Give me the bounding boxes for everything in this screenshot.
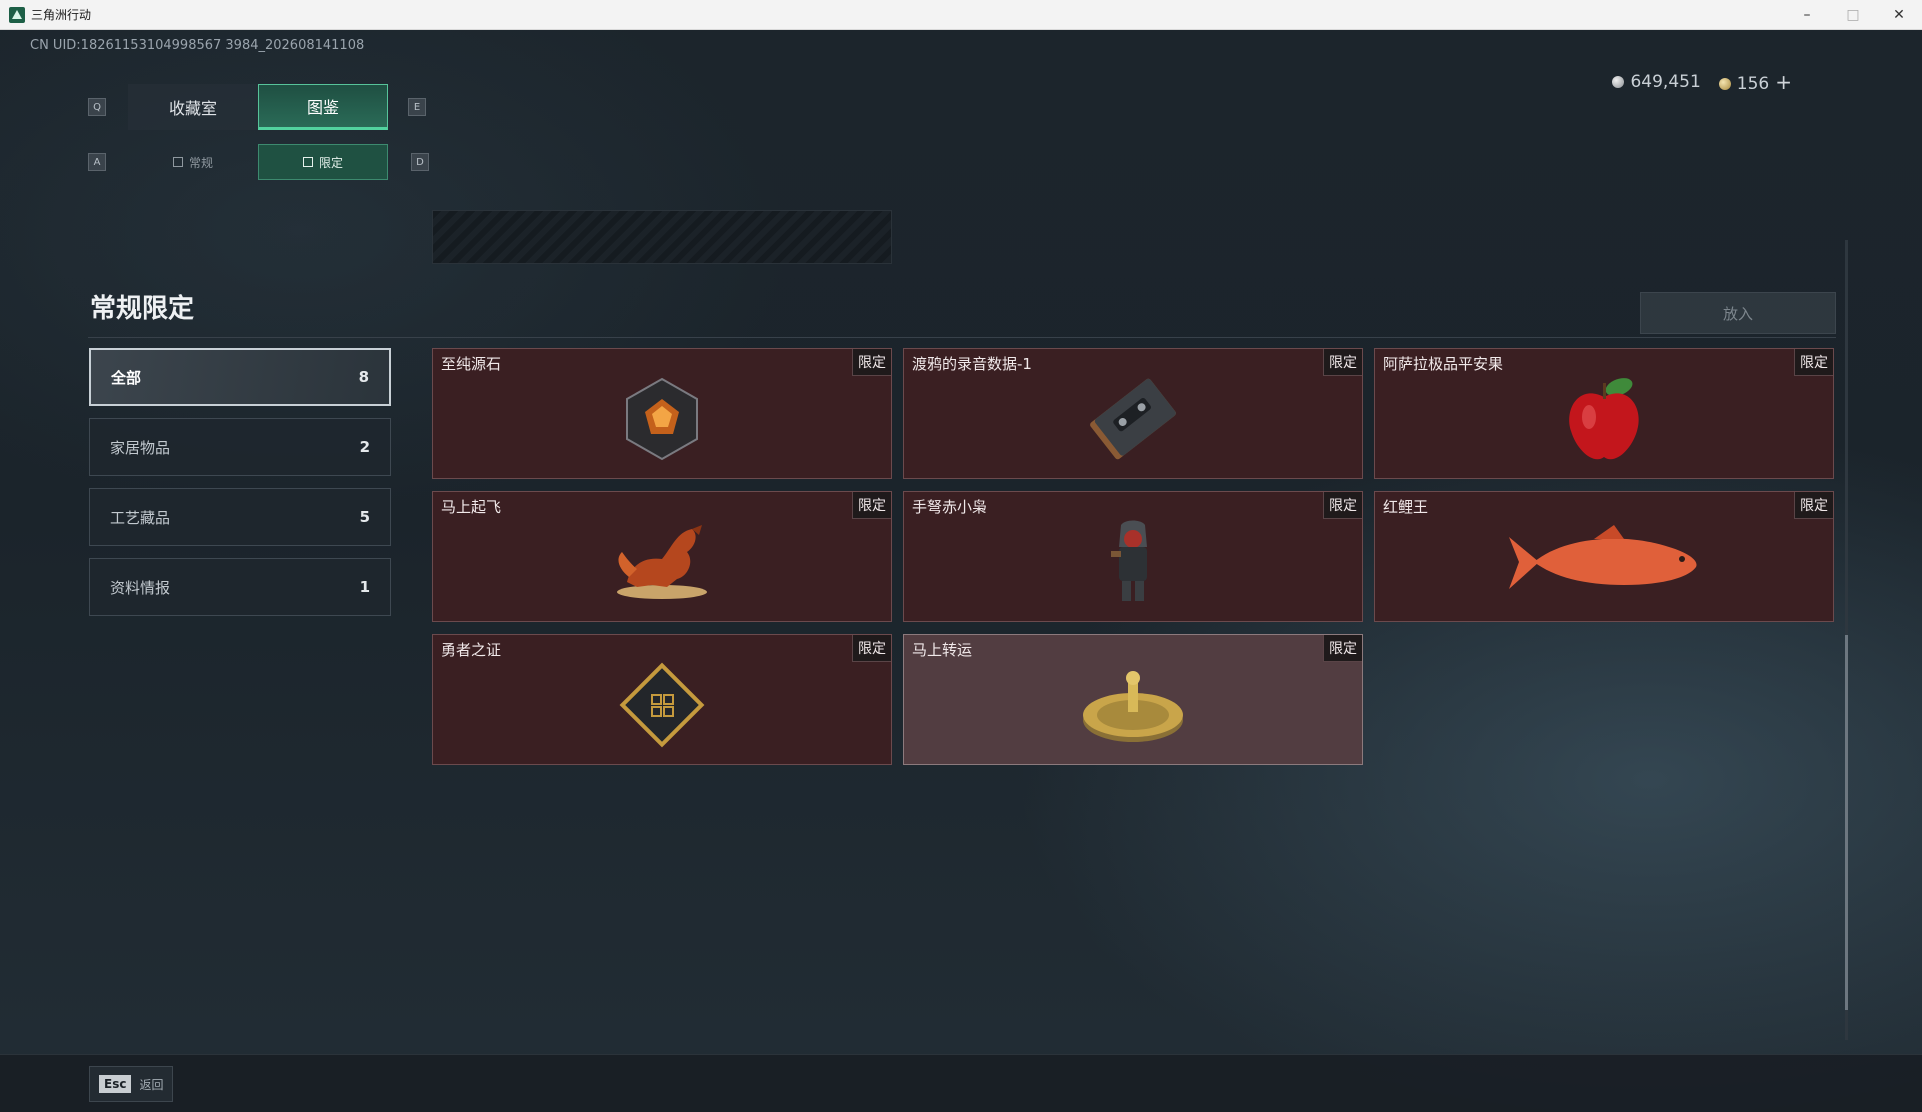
- currency-bar: 649,451 156 +: [1612, 70, 1792, 94]
- item-card[interactable]: 渡鸦的录音数据-1 限定: [903, 348, 1363, 479]
- section-divider: [88, 337, 1836, 338]
- hooded-figure-icon: [1111, 520, 1147, 601]
- add-currency-button[interactable]: +: [1775, 70, 1792, 94]
- category-intel[interactable]: 资料情报 1: [89, 558, 391, 616]
- crystal-stone-icon: [626, 377, 698, 460]
- subtab-limited[interactable]: 限定: [258, 144, 388, 180]
- limited-badge: 限定: [1794, 492, 1833, 519]
- limited-badge: 限定: [852, 349, 891, 376]
- item-card[interactable]: 手弩赤小枭 限定: [903, 491, 1363, 622]
- back-label: 返回: [139, 1077, 164, 1092]
- minimize-button[interactable]: –: [1784, 0, 1830, 30]
- item-card-selected[interactable]: 马上转运 限定: [903, 634, 1363, 765]
- player-uid: CN UID:18261153104998567 3984_2026081411…: [30, 38, 365, 53]
- next-subtab-key[interactable]: D: [411, 153, 429, 171]
- limited-badge: 限定: [852, 635, 891, 662]
- tab-codex[interactable]: 图鉴: [258, 84, 388, 130]
- category-household[interactable]: 家居物品 2: [89, 418, 391, 476]
- item-card[interactable]: 勇者之证 限定: [432, 634, 892, 765]
- banner-placeholder: [432, 210, 892, 264]
- back-button[interactable]: Esc 返回: [89, 1066, 173, 1102]
- item-card[interactable]: 阿萨拉极品平安果 限定: [1374, 348, 1834, 479]
- limited-badge: 限定: [1323, 492, 1362, 519]
- put-in-button[interactable]: 放入: [1640, 292, 1836, 334]
- scrollbar-thumb[interactable]: [1845, 635, 1848, 1010]
- prev-subtab-key[interactable]: A: [88, 153, 106, 171]
- limited-badge: 限定: [1323, 349, 1362, 376]
- sub-tabs: 常规 限定: [128, 144, 388, 180]
- tab-collection-room[interactable]: 收藏室: [128, 84, 258, 130]
- regular-icon: [172, 157, 183, 167]
- item-name: 手弩赤小枭: [912, 498, 988, 516]
- item-name: 至纯源石: [441, 355, 502, 373]
- close-button[interactable]: ✕: [1876, 0, 1922, 30]
- main-tabs: 收藏室 图鉴: [128, 84, 388, 130]
- item-card[interactable]: 马上起飞 限定: [432, 491, 892, 622]
- item-name: 马上起飞: [441, 498, 502, 516]
- horse-figurine-icon: [617, 524, 707, 599]
- item-name: 马上转运: [912, 641, 973, 659]
- window-controls: – □ ✕: [1784, 0, 1922, 30]
- emblem-card-icon: [619, 662, 705, 748]
- app-logo-icon: [9, 6, 25, 23]
- limited-icon: [302, 157, 313, 167]
- esc-key: Esc: [99, 1075, 132, 1093]
- gold-currency: 156 +: [1718, 70, 1792, 94]
- silver-coin-icon: [1612, 76, 1625, 88]
- game-viewport: CN UID:18261153104998567 3984_2026081411…: [0, 30, 1922, 1112]
- category-all[interactable]: 全部 8: [89, 348, 391, 406]
- carp-fish-icon: [1509, 524, 1697, 589]
- title-bar: 三角洲行动 – □ ✕: [0, 0, 1922, 30]
- game-window: 三角洲行动 – □ ✕ CN UID:18261153104998567 398…: [0, 0, 1922, 1112]
- subtab-regular[interactable]: 常规: [128, 144, 258, 180]
- section-title: 常规限定: [90, 294, 195, 324]
- item-name: 红鲤王: [1383, 498, 1429, 516]
- silver-currency: 649,451: [1612, 72, 1701, 92]
- category-crafts[interactable]: 工艺藏品 5: [89, 488, 391, 546]
- item-card[interactable]: 红鲤王 限定: [1374, 491, 1834, 622]
- limited-badge: 限定: [1794, 349, 1833, 376]
- item-card[interactable]: 至纯源石 限定: [432, 348, 892, 479]
- prev-tab-key[interactable]: Q: [88, 98, 106, 116]
- limited-badge: 限定: [1323, 635, 1362, 662]
- gold-coin-icon: [1718, 78, 1731, 90]
- maximize-button[interactable]: □: [1830, 0, 1876, 30]
- apple-icon: [1569, 377, 1639, 459]
- item-name: 阿萨拉极品平安果: [1383, 355, 1504, 373]
- window-title: 三角洲行动: [31, 8, 92, 22]
- item-name: 渡鸦的录音数据-1: [912, 355, 1032, 373]
- bottom-bar: Esc 返回: [0, 1054, 1922, 1112]
- cassette-tape-icon: [1090, 378, 1176, 459]
- next-tab-key[interactable]: E: [408, 98, 426, 116]
- limited-badge: 限定: [852, 492, 891, 519]
- item-name: 勇者之证: [441, 641, 502, 659]
- golden-wheel-icon: [1083, 670, 1183, 742]
